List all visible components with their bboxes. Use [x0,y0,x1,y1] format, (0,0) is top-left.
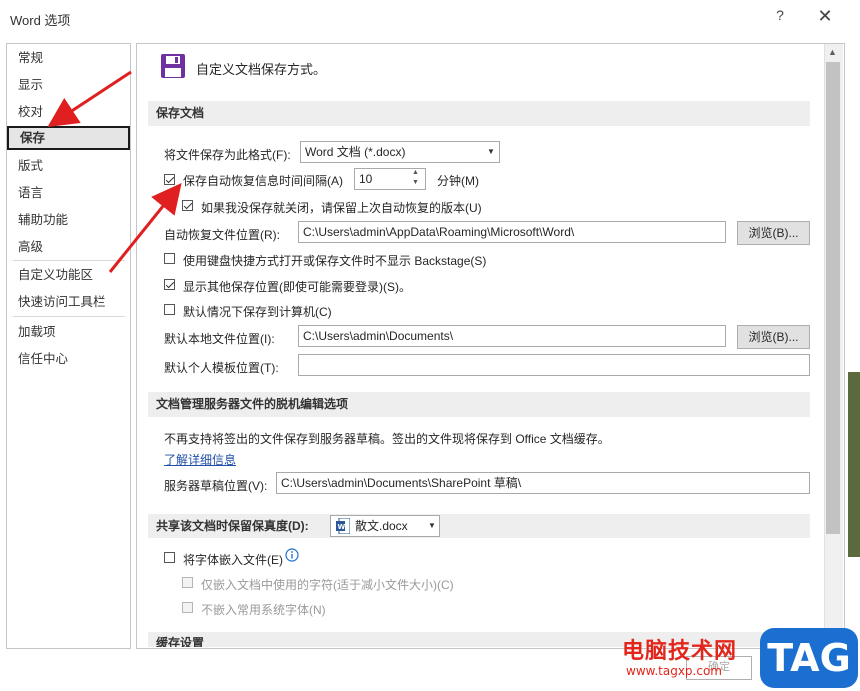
fidelity-doc-value: 散文.docx [355,519,408,533]
offline-info-text: 不再支持将签出的文件保存到服务器草稿。签出的文件现将保存到 Office 文档缓… [164,432,610,446]
browse-local-button[interactable]: 浏览(B)... [737,325,810,349]
autorecover-location-input[interactable]: C:\Users\admin\AppData\Roaming\Microsoft… [298,221,726,243]
sidebar-item-quick-access[interactable]: 快速访问工具栏 [7,290,130,314]
floppy-disk-icon [160,53,186,79]
embed-used-chars-checkbox[interactable] [182,577,193,588]
background-window-strip [848,372,860,557]
watermark-url: www.tagxp.com [626,664,722,678]
info-icon[interactable] [285,548,299,562]
autorecover-checkbox[interactable] [164,174,175,185]
scroll-up-icon[interactable]: ▲ [828,47,837,57]
window-title: Word 选项 [10,13,71,28]
page-title: 自定义文档保存方式。 [196,62,327,77]
sidebar-nav: 常规 显示 校对 保存 版式 语言 辅助功能 高级 自定义功能区 快速访问工具栏… [6,43,131,649]
embed-used-chars-label: 仅嵌入文档中使用的字符(适于减小文件大小)(C) [201,578,454,592]
watermark-logo: TAG [760,628,858,688]
title-bar [0,0,860,36]
no-common-fonts-checkbox[interactable] [182,602,193,613]
embed-fonts-checkbox[interactable] [164,552,175,563]
learn-more-link[interactable]: 了解详细信息 [164,451,236,468]
sidebar-item-customize-ribbon[interactable]: 自定义功能区 [7,263,130,287]
sidebar-item-advanced[interactable]: 高级 [7,235,130,259]
sidebar-item-save[interactable]: 保存 [7,126,130,150]
format-dropdown[interactable]: Word 文档 (*.docx) [300,141,500,163]
no-common-fonts-label: 不嵌入常用系统字体(N) [201,603,326,617]
template-location-label: 默认个人模板位置(T): [164,361,279,375]
server-drafts-input[interactable]: C:\Users\admin\Documents\SharePoint 草稿\ [276,472,810,494]
template-location-input[interactable] [298,354,810,376]
local-location-label: 默认本地文件位置(I): [164,332,275,346]
sidebar-item-accessibility[interactable]: 辅助功能 [7,208,130,232]
sidebar-item-general[interactable]: 常规 [7,46,130,70]
format-label: 将文件保存为此格式(F): [164,148,291,162]
autorecover-minutes-value: 10 [359,172,373,186]
sidebar-item-layout[interactable]: 版式 [7,154,130,178]
fidelity-title: 共享该文档时保留保真度(D): [156,519,309,533]
section-save-documents: 保存文档 [148,101,810,126]
sidebar-item-language[interactable]: 语言 [7,181,130,205]
word-doc-icon: W [336,517,351,535]
browse-autorecover-button[interactable]: 浏览(B)... [737,221,810,245]
sidebar-divider [13,260,125,261]
keep-last-version-checkbox[interactable] [182,200,193,211]
autorecover-label: 保存自动恢复信息时间间隔(A) [183,174,343,188]
watermark-text: 电脑技术网 [622,639,738,664]
embed-fonts-label: 将字体嵌入文件(E) [183,553,283,567]
close-button[interactable]: ✕ [812,6,838,30]
keep-last-version-label: 如果我没保存就关闭，请保留上次自动恢复的版本(U) [201,201,482,215]
sidebar-item-proofing[interactable]: 校对 [7,100,130,124]
chevron-down-icon: ▼ [428,521,436,530]
autorecover-location-label: 自动恢复文件位置(R): [164,228,280,242]
sidebar-item-trust-center[interactable]: 信任中心 [7,347,130,371]
save-to-computer-checkbox[interactable] [164,304,175,315]
sidebar-item-display[interactable]: 显示 [7,73,130,97]
format-value: Word 文档 (*.docx) [305,145,406,159]
section-offline-editing: 文档管理服务器文件的脱机编辑选项 [148,392,810,417]
section-fidelity: 共享该文档时保留保真度(D): [148,514,810,538]
no-backstage-label: 使用键盘快捷方式打开或保存文件时不显示 Backstage(S) [183,254,487,268]
chevron-down-icon: ▼ [487,147,495,156]
show-other-locations-label: 显示其他保存位置(即使可能需要登录)(S)。 [183,280,411,294]
help-button[interactable]: ? [770,7,790,29]
minutes-label: 分钟(M) [437,174,479,188]
sidebar-divider [13,316,125,317]
scrollbar-thumb[interactable] [826,62,840,534]
local-location-input[interactable]: C:\Users\admin\Documents\ [298,325,726,347]
no-backstage-checkbox[interactable] [164,253,175,264]
sidebar-item-addins[interactable]: 加载项 [7,320,130,344]
svg-text:W: W [338,523,346,531]
server-drafts-label: 服务器草稿位置(V): [164,479,268,493]
spin-arrows-icon[interactable]: ▲ ▼ [412,168,419,188]
save-to-computer-label: 默认情况下保存到计算机(C) [183,305,332,319]
show-other-locations-checkbox[interactable] [164,279,175,290]
